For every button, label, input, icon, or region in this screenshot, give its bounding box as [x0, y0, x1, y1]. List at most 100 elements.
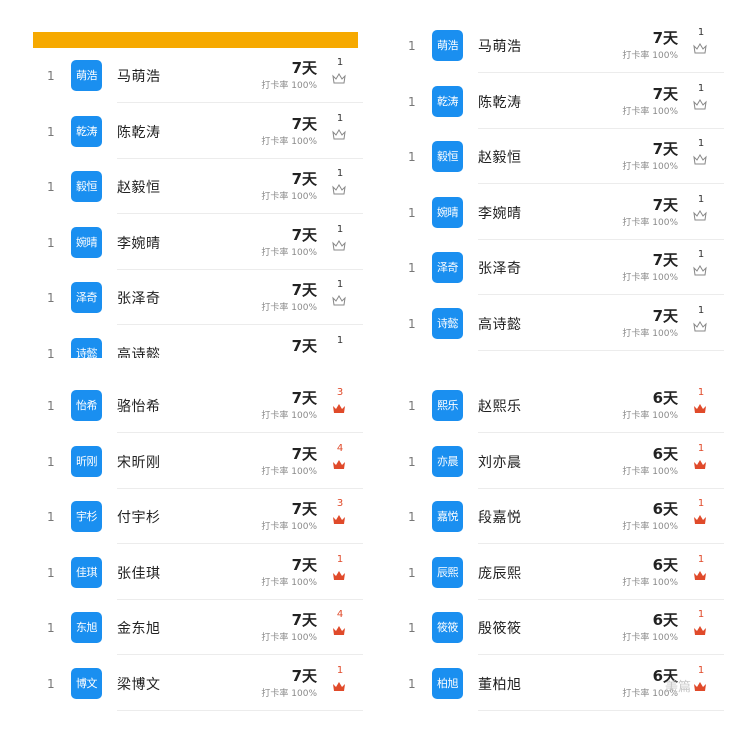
watermark: 美篇	[665, 680, 692, 695]
avatar[interactable]: 昕刚	[71, 445, 102, 477]
leaderboard-row[interactable]: 1 萌浩 马萌浩 7天 打卡率 100% 1	[394, 18, 724, 73]
member-name: 梁博文	[117, 676, 161, 693]
checkin-rate: 打卡率 100%	[622, 522, 678, 532]
avatar[interactable]: 辰熙	[432, 556, 463, 588]
member-name: 陈乾涛	[117, 124, 161, 141]
leaderboard-row[interactable]: 1 怡希 骆怡希 7天 打卡率 100% 3	[33, 378, 363, 433]
leaderboard-row[interactable]: 1 博文 梁博文 7天 打卡率 100% 1	[33, 656, 363, 711]
avatar[interactable]: 筱筱	[432, 612, 463, 643]
member-name: 金东旭	[117, 621, 161, 637]
streak-count: 1	[697, 82, 705, 94]
streak-count: 1	[697, 442, 705, 454]
crown-outline-icon	[332, 73, 346, 84]
avatar[interactable]: 毅恒	[71, 171, 102, 202]
member-name: 高诗懿	[117, 346, 161, 359]
avatar[interactable]: 婉晴	[432, 196, 463, 228]
avatar[interactable]: 萌浩	[71, 60, 102, 91]
avatar[interactable]: 萌浩	[432, 30, 463, 61]
streak-count: 1	[697, 193, 705, 205]
leaderboard-row[interactable]: 1 熙乐 赵熙乐 6天 打卡率 100% 1	[394, 378, 724, 433]
leaderboard-row[interactable]: 1 诗懿 高诗懿 7天 打卡率 100% 1	[394, 296, 724, 351]
rank-number: 1	[408, 316, 416, 331]
member-name: 刘亦晨	[478, 454, 522, 471]
leaderboard-row[interactable]: 1 毅恒 赵毅恒 7天 打卡率 100% 1	[33, 159, 363, 214]
leaderboard-row[interactable]: 1 辰熙 庞辰熙 6天 打卡率 100% 1	[394, 545, 724, 600]
leaderboard-row[interactable]: 1 毅恒 赵毅恒 7天 打卡率 100% 1	[394, 129, 724, 184]
avatar[interactable]: 诗懿	[71, 337, 102, 358]
avatar[interactable]: 婉晴	[71, 226, 102, 258]
checkin-days: 7天	[291, 611, 317, 629]
checkin-rate: 打卡率 100%	[261, 411, 317, 421]
checkin-days: 6天	[652, 500, 678, 518]
avatar[interactable]: 博文	[71, 667, 102, 699]
checkin-rate: 打卡率 100%	[622, 633, 678, 643]
avatar[interactable]: 泽奇	[432, 252, 463, 283]
leaderboard-row[interactable]: 1 萌浩 马萌浩 7天 打卡率 100% 1	[33, 48, 363, 103]
crown-outline-icon	[693, 320, 707, 331]
member-name: 李婉晴	[117, 235, 161, 252]
leaderboard-row[interactable]: 1 宇杉 付宇杉 7天 打卡率 100% 3	[33, 489, 363, 544]
checkin-rate: 打卡率 100%	[261, 577, 317, 588]
leaderboard-row[interactable]: 1 昕刚 宋昕刚 7天 打卡率 100% 4	[33, 434, 363, 489]
streak-count: 1	[336, 664, 344, 676]
crown-outline-icon	[693, 265, 707, 276]
rank-number: 1	[47, 69, 55, 83]
checkin-rate: 打卡率 100%	[622, 217, 678, 228]
checkin-days: 7天	[652, 251, 678, 269]
avatar[interactable]: 熙乐	[432, 390, 463, 421]
leaderboard-row[interactable]: 1 嘉悦 段嘉悦 6天 打卡率 100% 1	[394, 489, 724, 544]
red-crown-icon	[333, 515, 345, 524]
avatar[interactable]: 乾涛	[432, 85, 463, 117]
leaderboard-row[interactable]: 1 筱筱 殷筱筱 6天 打卡率 100% 1	[394, 600, 724, 655]
member-name: 董柏旭	[478, 676, 522, 693]
checkin-rate: 打卡率 100%	[261, 466, 317, 477]
leaderboard-row[interactable]: 1 佳琪 张佳琪 7天 打卡率 100% 1	[33, 545, 363, 600]
rank-number: 1	[47, 180, 55, 194]
red-crown-icon	[333, 459, 345, 469]
rank-number: 1	[408, 205, 416, 220]
rank-number: 1	[408, 150, 416, 164]
crown-outline-icon	[693, 43, 707, 54]
member-name: 宋昕刚	[117, 454, 161, 471]
leaderboard-row[interactable]: 1 亦晨 刘亦晨 6天 打卡率 100% 1	[394, 434, 724, 489]
avatar[interactable]: 宇杉	[71, 501, 102, 532]
leaderboard-row[interactable]: 1 泽奇 张泽奇 7天 打卡率 100% 1	[394, 240, 724, 295]
checkin-days: 7天	[291, 500, 317, 518]
red-crown-icon	[694, 681, 706, 691]
streak-count: 1	[336, 112, 344, 124]
avatar[interactable]: 佳琪	[71, 556, 102, 588]
leaderboard-row[interactable]: 1 乾涛 陈乾涛 7天 打卡率 100% 1	[33, 104, 363, 159]
checkin-days: 6天	[652, 555, 678, 574]
avatar[interactable]: 乾涛	[71, 115, 102, 147]
rank-number: 1	[408, 261, 416, 275]
streak-count: 1	[697, 387, 705, 398]
leaderboard-row[interactable]: 1 诗懿 高诗懿 7天 1	[33, 326, 363, 359]
avatar[interactable]: 柏旭	[432, 667, 463, 699]
leaderboard-row[interactable]: 1 泽奇 张泽奇 7天 打卡率 100% 1	[33, 270, 363, 325]
red-crown-icon	[333, 626, 345, 635]
member-name: 马萌浩	[478, 39, 522, 55]
rank-number: 1	[408, 621, 416, 635]
avatar[interactable]: 毅恒	[432, 141, 463, 172]
leaderboard-row[interactable]: 1 婉晴 李婉晴 7天 打卡率 100% 1	[394, 185, 724, 240]
streak-count: 1	[697, 249, 705, 260]
leaderboard-row[interactable]: 1 东旭 金东旭 7天 打卡率 100% 4	[33, 600, 363, 655]
rank-number: 1	[47, 565, 55, 580]
leaderboard-row[interactable]: 1 婉晴 李婉晴 7天 打卡率 100% 1	[33, 215, 363, 270]
avatar[interactable]: 泽奇	[71, 282, 102, 313]
avatar[interactable]: 亦晨	[432, 445, 463, 477]
leaderboard-row[interactable]: 1 乾涛 陈乾涛 7天 打卡率 100% 1	[394, 74, 724, 129]
streak-count: 1	[697, 553, 705, 565]
avatar[interactable]: 嘉悦	[432, 501, 463, 532]
member-name: 陈乾涛	[478, 94, 522, 111]
avatar[interactable]: 东旭	[71, 612, 102, 643]
rank-number: 1	[408, 39, 416, 53]
avatar[interactable]: 怡希	[71, 390, 102, 421]
checkin-days: 6天	[652, 611, 678, 629]
avatar[interactable]: 诗懿	[432, 307, 463, 339]
rank-number: 1	[408, 565, 416, 580]
crown-outline-icon	[693, 154, 707, 165]
crown-outline-icon	[332, 128, 346, 139]
rank-number: 1	[47, 291, 55, 305]
checkin-days: 7天	[291, 170, 317, 188]
